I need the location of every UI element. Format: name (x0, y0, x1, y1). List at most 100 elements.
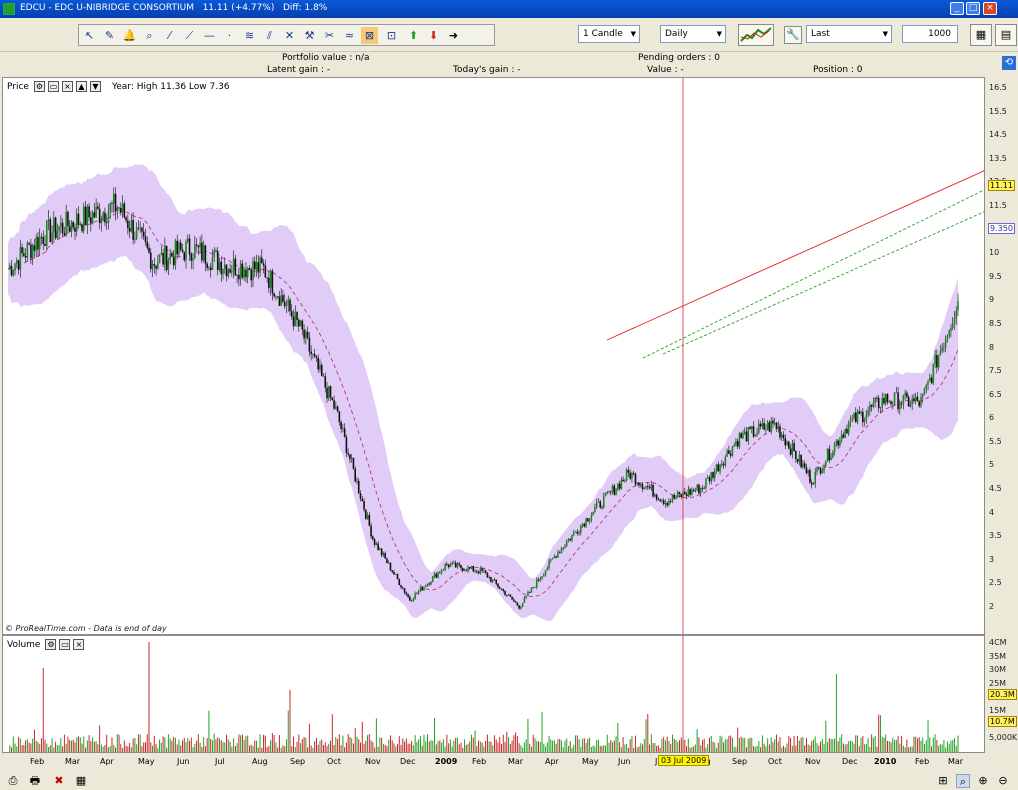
last-select[interactable]: Last ▼ (806, 25, 892, 43)
volume-bar (434, 718, 436, 752)
split-icon[interactable]: ▤ (995, 24, 1017, 46)
pencil-icon[interactable]: ✎ (101, 27, 118, 44)
table-icon[interactable]: ▦ (74, 774, 88, 788)
volume-bar (204, 746, 206, 752)
print-icon[interactable]: 🖶 (28, 774, 42, 788)
candle-body (881, 397, 884, 408)
zoom-fit-icon[interactable]: ⌕ (956, 774, 970, 788)
channel-icon[interactable]: ⫽ (261, 27, 278, 44)
maximize-icon[interactable]: □ (966, 2, 980, 15)
volume-bar (485, 740, 487, 752)
wrench-icon[interactable]: 🔧 (784, 26, 802, 44)
volume-bar (384, 744, 386, 752)
layout-icon[interactable]: ▦ (970, 24, 992, 46)
volume-bar (139, 734, 141, 752)
cross-icon[interactable]: ✕ (281, 27, 298, 44)
volume-bar (541, 711, 543, 752)
minimize-icon[interactable]: _ (950, 2, 964, 15)
candle-body (597, 501, 600, 503)
volume-bar (516, 736, 518, 752)
candle-body (673, 495, 676, 499)
scissors-icon[interactable]: ✂ (321, 27, 338, 44)
volume-bar (844, 744, 846, 752)
candle-body (199, 242, 201, 248)
candle-body (257, 262, 260, 273)
candle-body (521, 603, 524, 607)
volume-bar (153, 735, 155, 752)
forward-icon[interactable]: ➜ (445, 27, 462, 44)
line-icon[interactable]: ⁄ (161, 27, 178, 44)
buy-icon[interactable]: ⬆ (405, 27, 422, 44)
volume-bar (849, 740, 851, 752)
volume-bar (331, 714, 333, 752)
candle-body (243, 269, 245, 278)
candle-body (333, 400, 335, 409)
volume-bar (25, 740, 27, 752)
candle-body (349, 454, 351, 460)
volume-bar (65, 743, 67, 752)
zoom-icon[interactable]: ⌕ (141, 27, 158, 44)
volume-bar (929, 737, 931, 752)
volume-bar (684, 739, 686, 752)
candle-body (109, 203, 112, 212)
candle-body (179, 242, 182, 250)
hline-icon[interactable]: — (201, 27, 218, 44)
period-select[interactable]: 1 Candle ▼ (578, 25, 640, 43)
candle-body (278, 296, 281, 306)
candle-body (495, 579, 498, 584)
volume-bar (680, 737, 682, 752)
candle-body (331, 397, 334, 401)
channel-line-lower[interactable] (662, 211, 985, 355)
candle-body (534, 587, 536, 588)
candle-body (342, 428, 344, 430)
trend-icon[interactable]: ⟋ (181, 27, 198, 44)
volume-bar (790, 737, 792, 752)
volume-bar (374, 747, 376, 752)
remove-icon[interactable]: ⊠ (361, 27, 378, 44)
candle-body (805, 467, 808, 474)
candle-body (934, 355, 936, 365)
candle-body (347, 453, 349, 455)
candle-body (201, 242, 203, 261)
volume-bar (174, 737, 176, 752)
volume-bar (462, 747, 464, 752)
volume-bar (398, 736, 400, 752)
delete-icon[interactable]: ✖ (52, 774, 66, 788)
timeframe-select[interactable]: Daily ▼ (660, 25, 726, 43)
channel-line-upper[interactable] (642, 189, 985, 359)
volume-bar (337, 738, 339, 752)
resistance-line[interactable] (606, 170, 985, 341)
chart-style-button[interactable] (738, 24, 774, 46)
volume-bar (248, 745, 250, 752)
volume-bar (81, 743, 83, 752)
candle-body (276, 296, 279, 298)
export-icon[interactable]: ⊡ (383, 27, 400, 44)
fib-icon[interactable]: ≋ (241, 27, 258, 44)
volume-bar (922, 737, 924, 752)
refresh-icon[interactable]: ⟲ (1002, 56, 1016, 70)
bar-count-field[interactable]: 1000 (902, 25, 958, 43)
volume-bar (523, 742, 525, 752)
price-chart[interactable] (3, 78, 985, 635)
candle-body (134, 238, 136, 240)
zoom-out-icon[interactable]: ⊖ (996, 774, 1010, 788)
cursor-icon[interactable]: ↖ (81, 27, 98, 44)
candle-body (394, 573, 397, 575)
volume-bar (560, 740, 562, 752)
point-icon[interactable]: · (221, 27, 238, 44)
close-icon[interactable]: × (983, 2, 997, 15)
printer-icon[interactable]: ⎙ (6, 774, 20, 788)
zoom-in-icon[interactable]: ⊕ (976, 774, 990, 788)
tools-icon[interactable]: ⚒ (301, 27, 318, 44)
volume-bar (28, 742, 30, 752)
sell-icon[interactable]: ⬇ (425, 27, 442, 44)
bell-icon[interactable]: 🔔 (121, 27, 138, 44)
indicator-icon[interactable]: ≈ (341, 27, 358, 44)
candle-body (809, 470, 811, 483)
volume-bar (287, 710, 289, 752)
fit-icon[interactable]: ⊞ (936, 774, 950, 788)
volume-bar (601, 746, 603, 752)
chart-style-icon (740, 27, 772, 42)
volume-bar (118, 734, 120, 752)
volume-chart[interactable] (3, 636, 985, 753)
